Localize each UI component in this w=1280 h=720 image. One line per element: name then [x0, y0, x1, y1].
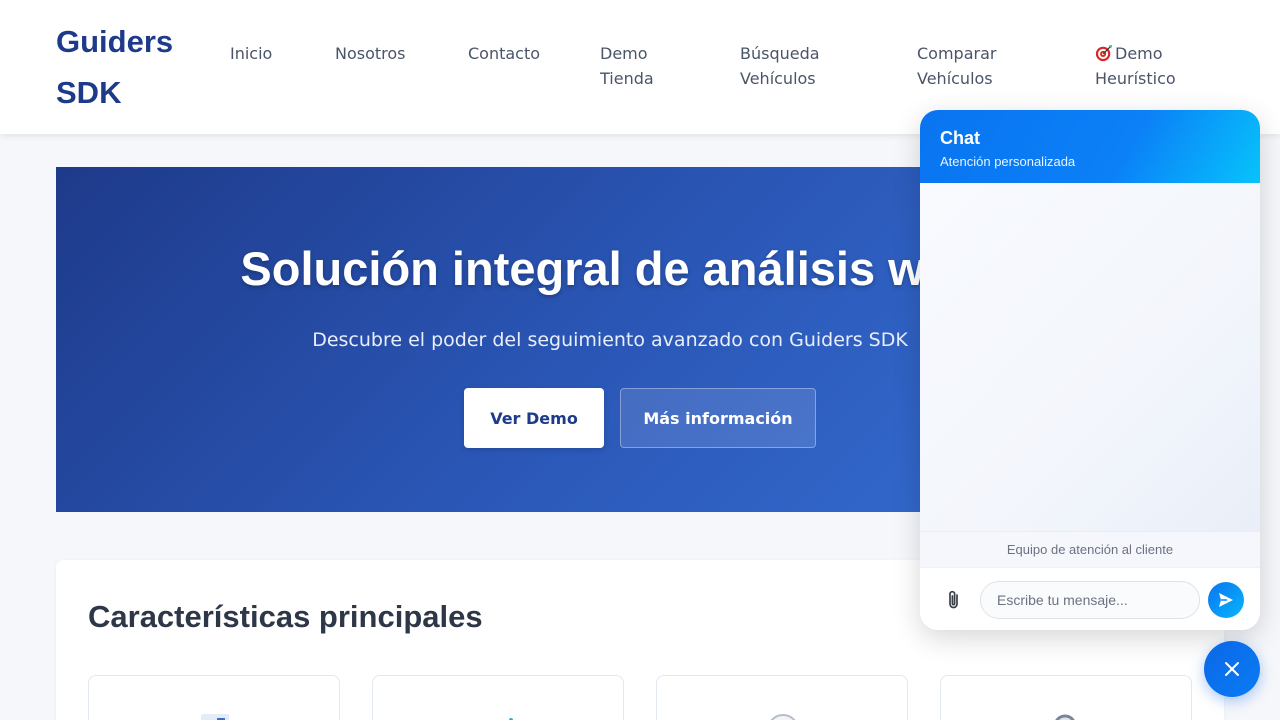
- chat-header: Chat Atención personalizada: [920, 110, 1260, 183]
- chat-team-label: Equipo de atención al cliente: [920, 531, 1260, 567]
- nav-busqueda-vehiculos[interactable]: Búsqueda Vehículos: [740, 41, 850, 91]
- nav-inicio[interactable]: Inicio: [230, 41, 272, 66]
- nav-demo-heuristico[interactable]: Demo Heurístico: [1095, 41, 1205, 91]
- nav-demo-tienda-label: Demo Tienda: [600, 44, 654, 88]
- feature-card: [656, 675, 908, 720]
- chat-composer: [920, 567, 1260, 630]
- nav-demo-tienda[interactable]: Demo Tienda: [600, 41, 690, 91]
- chat-message-input[interactable]: [980, 581, 1200, 619]
- bar-chart-icon: [201, 714, 229, 720]
- nav-contacto[interactable]: Contacto: [468, 41, 540, 66]
- chat-title: Chat: [940, 128, 980, 148]
- nav-inicio-label: Inicio: [230, 44, 273, 63]
- nav-comparar-vehiculos[interactable]: Comparar Vehículos: [917, 41, 1027, 91]
- nav-comparar-vehiculos-label: Comparar Vehículos: [917, 44, 997, 88]
- chat-close-button[interactable]: [1204, 641, 1260, 697]
- target-icon: [1095, 44, 1113, 62]
- clock-icon: [770, 714, 796, 720]
- close-icon: [1225, 662, 1239, 676]
- attach-button[interactable]: [944, 589, 964, 611]
- feature-card: [372, 675, 624, 720]
- ver-demo-button[interactable]: Ver Demo: [464, 388, 604, 448]
- chart-trend-icon: [509, 718, 513, 720]
- send-button[interactable]: [1208, 582, 1244, 618]
- site-logo[interactable]: Guiders SDK: [56, 16, 186, 118]
- chat-messages-area[interactable]: [920, 183, 1260, 531]
- features-title: Características principales: [88, 599, 483, 634]
- feature-card: [940, 675, 1192, 720]
- feature-card: [88, 675, 340, 720]
- nav-nosotros-label: Nosotros: [335, 44, 406, 63]
- paperclip-icon: [949, 590, 958, 609]
- search-icon: [1055, 714, 1075, 720]
- nav-nosotros[interactable]: Nosotros: [335, 41, 406, 66]
- send-icon: [1219, 593, 1233, 607]
- chat-subtitle: Atención personalizada: [940, 154, 1076, 169]
- mas-informacion-button[interactable]: Más información: [620, 388, 816, 448]
- nav-contacto-label: Contacto: [468, 44, 541, 63]
- nav-busqueda-vehiculos-label: Búsqueda Vehículos: [740, 44, 820, 88]
- chat-widget: Chat Atención personalizada Equipo de at…: [920, 110, 1260, 630]
